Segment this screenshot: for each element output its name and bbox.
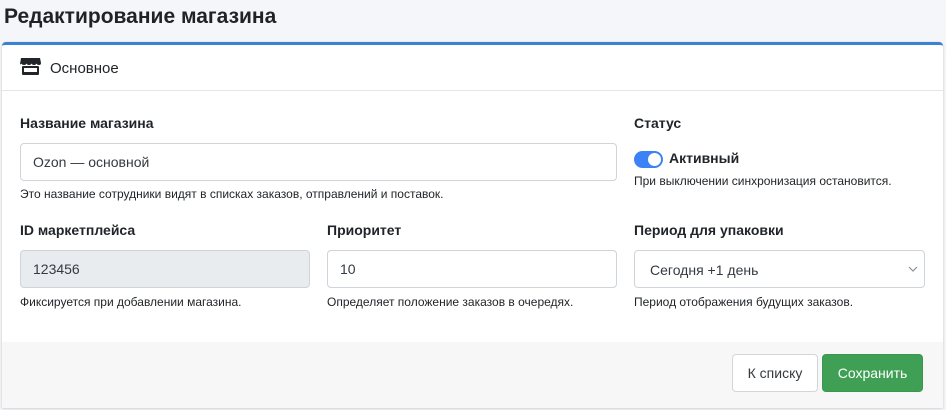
status-help: При выключении синхронизация остановится… xyxy=(634,174,892,188)
packing-period-value: Сегодня +1 день xyxy=(650,262,759,278)
store-name-label: Название магазина xyxy=(20,115,154,131)
page-title: Редактирование магазина xyxy=(4,5,277,28)
packing-period-label: Период для упаковки xyxy=(634,222,784,238)
store-name-help: Это название сотрудники видят в списках … xyxy=(20,187,444,201)
store-name-input[interactable] xyxy=(20,143,617,181)
card-header: Основное xyxy=(2,45,943,91)
marketplace-id-help: Фиксируется при добавлении магазина. xyxy=(20,295,242,309)
marketplace-id-label: ID маркетплейса xyxy=(20,222,136,238)
save-button[interactable]: Сохранить xyxy=(822,354,923,392)
back-to-list-button[interactable]: К списку xyxy=(732,354,818,392)
status-toggle[interactable] xyxy=(634,151,663,168)
packing-period-help: Период отображения будущих заказов. xyxy=(634,295,854,309)
chevron-down-icon xyxy=(908,266,918,272)
status-toggle-label[interactable]: Активный xyxy=(669,150,739,166)
marketplace-id-input xyxy=(20,250,310,288)
store-edit-card: Основное Название магазина Это название … xyxy=(2,42,943,408)
priority-input[interactable] xyxy=(327,250,617,288)
packing-period-select[interactable]: Сегодня +1 день xyxy=(634,250,925,288)
store-icon xyxy=(20,58,41,75)
card-footer: К списку Сохранить xyxy=(2,342,943,408)
status-label: Статус xyxy=(634,115,682,131)
toggle-knob xyxy=(648,153,661,166)
priority-help: Определяет положение заказов в очередях. xyxy=(327,295,574,309)
card-header-title: Основное xyxy=(50,60,119,77)
priority-label: Приоритет xyxy=(327,222,402,238)
